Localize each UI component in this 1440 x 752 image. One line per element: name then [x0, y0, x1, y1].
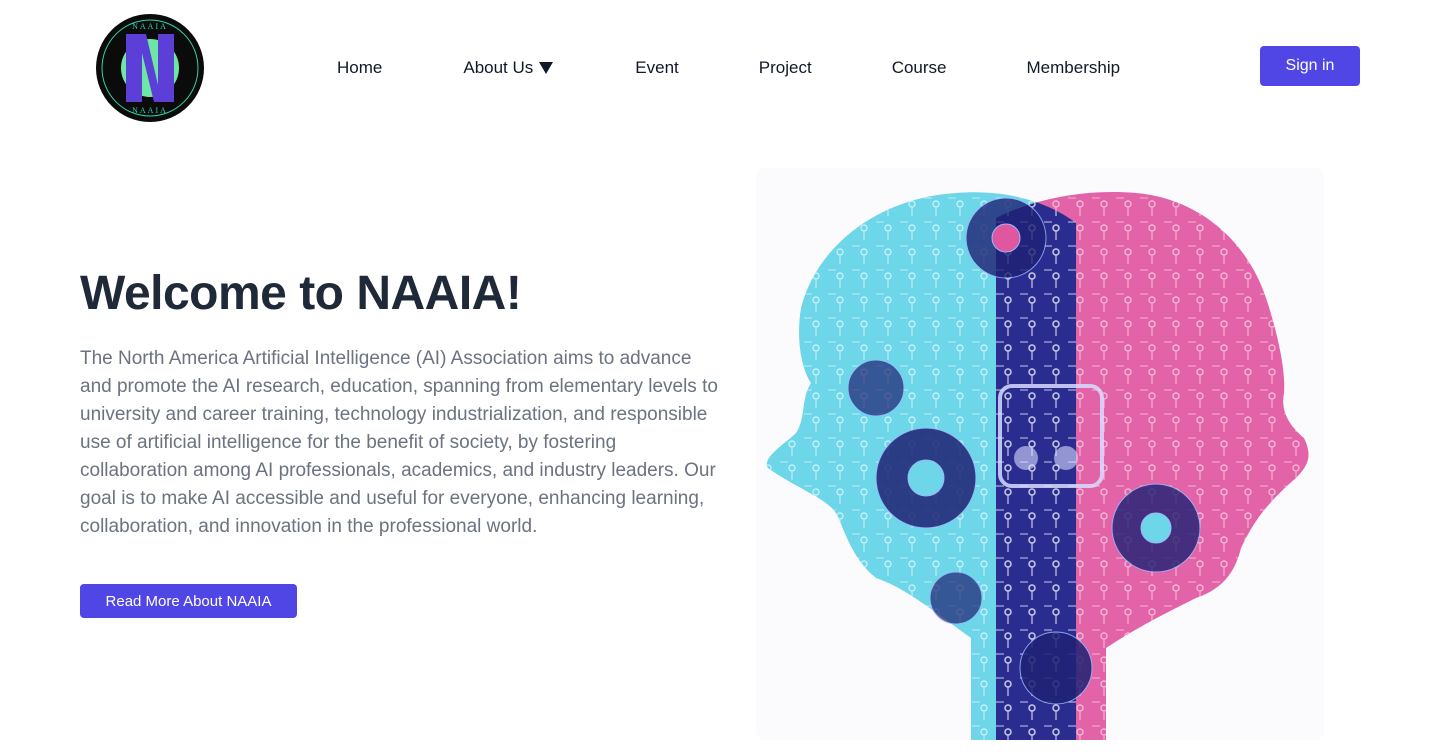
nav-item-label: Home	[337, 58, 383, 77]
nav-item-label: Membership	[1026, 58, 1121, 77]
nav-item-label: Event	[635, 58, 679, 77]
ai-heads-illustration-icon	[756, 168, 1324, 740]
svg-text:NAAIA: NAAIA	[132, 22, 168, 31]
page-title: Welcome to NAAIA!	[80, 267, 522, 320]
nav-item-course[interactable]: Course	[892, 58, 947, 78]
read-more-button[interactable]: Read More About NAAIA	[80, 584, 297, 618]
nav-item-event[interactable]: Event	[635, 58, 678, 78]
nav-item-membership[interactable]: Membership	[1027, 58, 1121, 78]
nav-item-home[interactable]: Home	[337, 58, 382, 78]
hero-description: The North America Artificial Intelligenc…	[80, 348, 718, 537]
main-nav: Home About Us Event Project Course Membe…	[337, 56, 1120, 80]
nav-item-label: Project	[758, 58, 812, 77]
sign-in-button[interactable]: Sign in	[1260, 46, 1360, 86]
nav-item-label: Course	[891, 58, 947, 77]
caret-down-icon	[539, 62, 554, 74]
nav-item-label: About Us	[463, 58, 534, 77]
svg-text:NAAIA: NAAIA	[132, 106, 168, 115]
nav-item-about-us[interactable]: About Us	[463, 58, 554, 78]
naaia-logo[interactable]: NAAIA NAAIA	[95, 13, 205, 123]
nav-item-project[interactable]: Project	[759, 58, 812, 78]
hero-illustration	[756, 168, 1324, 740]
